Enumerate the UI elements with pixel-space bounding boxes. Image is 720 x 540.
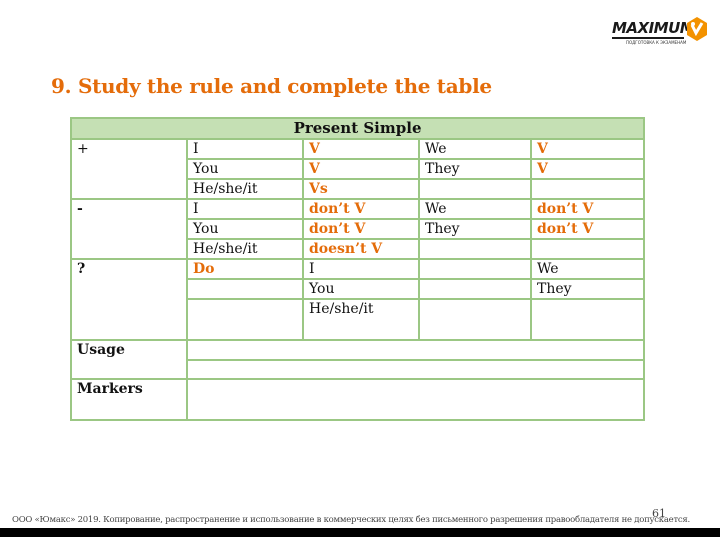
auxiliary-cell[interactable]: Do	[186, 258, 304, 280]
usage-label: Usage	[70, 339, 188, 380]
markers-row: Markers	[70, 378, 646, 421]
pronoun-cell: We	[529, 258, 646, 280]
pronoun-cell: You	[302, 278, 420, 300]
pronoun-cell: They	[418, 218, 532, 240]
usage-answer-cell[interactable]	[185, 358, 646, 380]
verb-form-cell[interactable]: V	[529, 158, 646, 180]
empty-cell[interactable]	[186, 298, 304, 341]
empty-cell[interactable]	[529, 178, 646, 200]
verb-form-cell[interactable]: doesn’t V	[302, 238, 420, 260]
pronoun-cell: He/she/it	[186, 178, 304, 200]
logo-wordmark: MAXIMUM	[612, 19, 695, 37]
affirmative-label: +	[70, 138, 188, 200]
empty-cell[interactable]	[418, 298, 532, 341]
pronoun-cell: I	[186, 138, 304, 160]
logo-tagline: ПОДГОТОВКА К ЭКЗАМЕНАМ	[626, 40, 687, 45]
usage-answer-cell[interactable]	[185, 339, 646, 361]
empty-cell[interactable]	[418, 238, 532, 260]
question-label: ?	[70, 258, 188, 341]
table-header-row: Present Simple	[69, 117, 646, 140]
logo-underline	[612, 37, 684, 39]
empty-cell[interactable]	[186, 278, 304, 300]
pronoun-cell: You	[186, 218, 304, 240]
empty-cell[interactable]	[418, 278, 532, 300]
present-simple-table: Present Simple + I V We V You V They V H…	[69, 117, 646, 421]
pronoun-cell: You	[186, 158, 304, 180]
usage-row: Usage	[70, 339, 646, 380]
copyright-notice: ООО «Юмакс» 2019. Копирование, распростр…	[12, 515, 690, 525]
empty-cell[interactable]	[529, 238, 646, 260]
empty-cell[interactable]	[418, 258, 532, 280]
verb-form-cell[interactable]: don’t V	[302, 218, 420, 240]
pronoun-cell: He/she/it	[302, 298, 420, 341]
pronoun-cell: They	[529, 278, 646, 300]
logo-hexagon-icon	[687, 17, 707, 41]
table-row: - I don’t V We don’t V	[70, 198, 646, 260]
exercise-title: 9. Study the rule and complete the table	[51, 74, 492, 98]
empty-cell[interactable]	[418, 178, 532, 200]
verb-form-cell[interactable]: don’t V	[302, 198, 420, 220]
verb-form-cell[interactable]: don’t V	[529, 218, 646, 240]
negative-label: -	[70, 198, 188, 260]
footer-bar	[0, 528, 720, 537]
verb-form-cell[interactable]: don’t V	[529, 198, 646, 220]
pronoun-cell: He/she/it	[186, 238, 304, 260]
table-header: Present Simple	[69, 117, 646, 140]
pronoun-cell: I	[186, 198, 304, 220]
verb-form-cell[interactable]: V	[302, 138, 420, 160]
empty-cell[interactable]	[529, 298, 646, 341]
markers-answer-cell[interactable]	[185, 378, 646, 421]
verb-form-cell[interactable]: V	[302, 158, 420, 180]
pronoun-cell: We	[418, 138, 532, 160]
pronoun-cell: They	[418, 158, 532, 180]
markers-label: Markers	[70, 378, 188, 421]
verb-form-cell[interactable]: Vs	[302, 178, 420, 200]
pronoun-cell: I	[302, 258, 420, 280]
verb-form-cell[interactable]: V	[529, 138, 646, 160]
table-row: ? Do I We	[70, 258, 646, 341]
maximum-logo: MAXIMUM ПОДГОТОВКА К ЭКЗАМЕНАМ	[612, 17, 708, 49]
pronoun-cell: We	[418, 198, 532, 220]
table-row: + I V We V	[70, 138, 646, 200]
